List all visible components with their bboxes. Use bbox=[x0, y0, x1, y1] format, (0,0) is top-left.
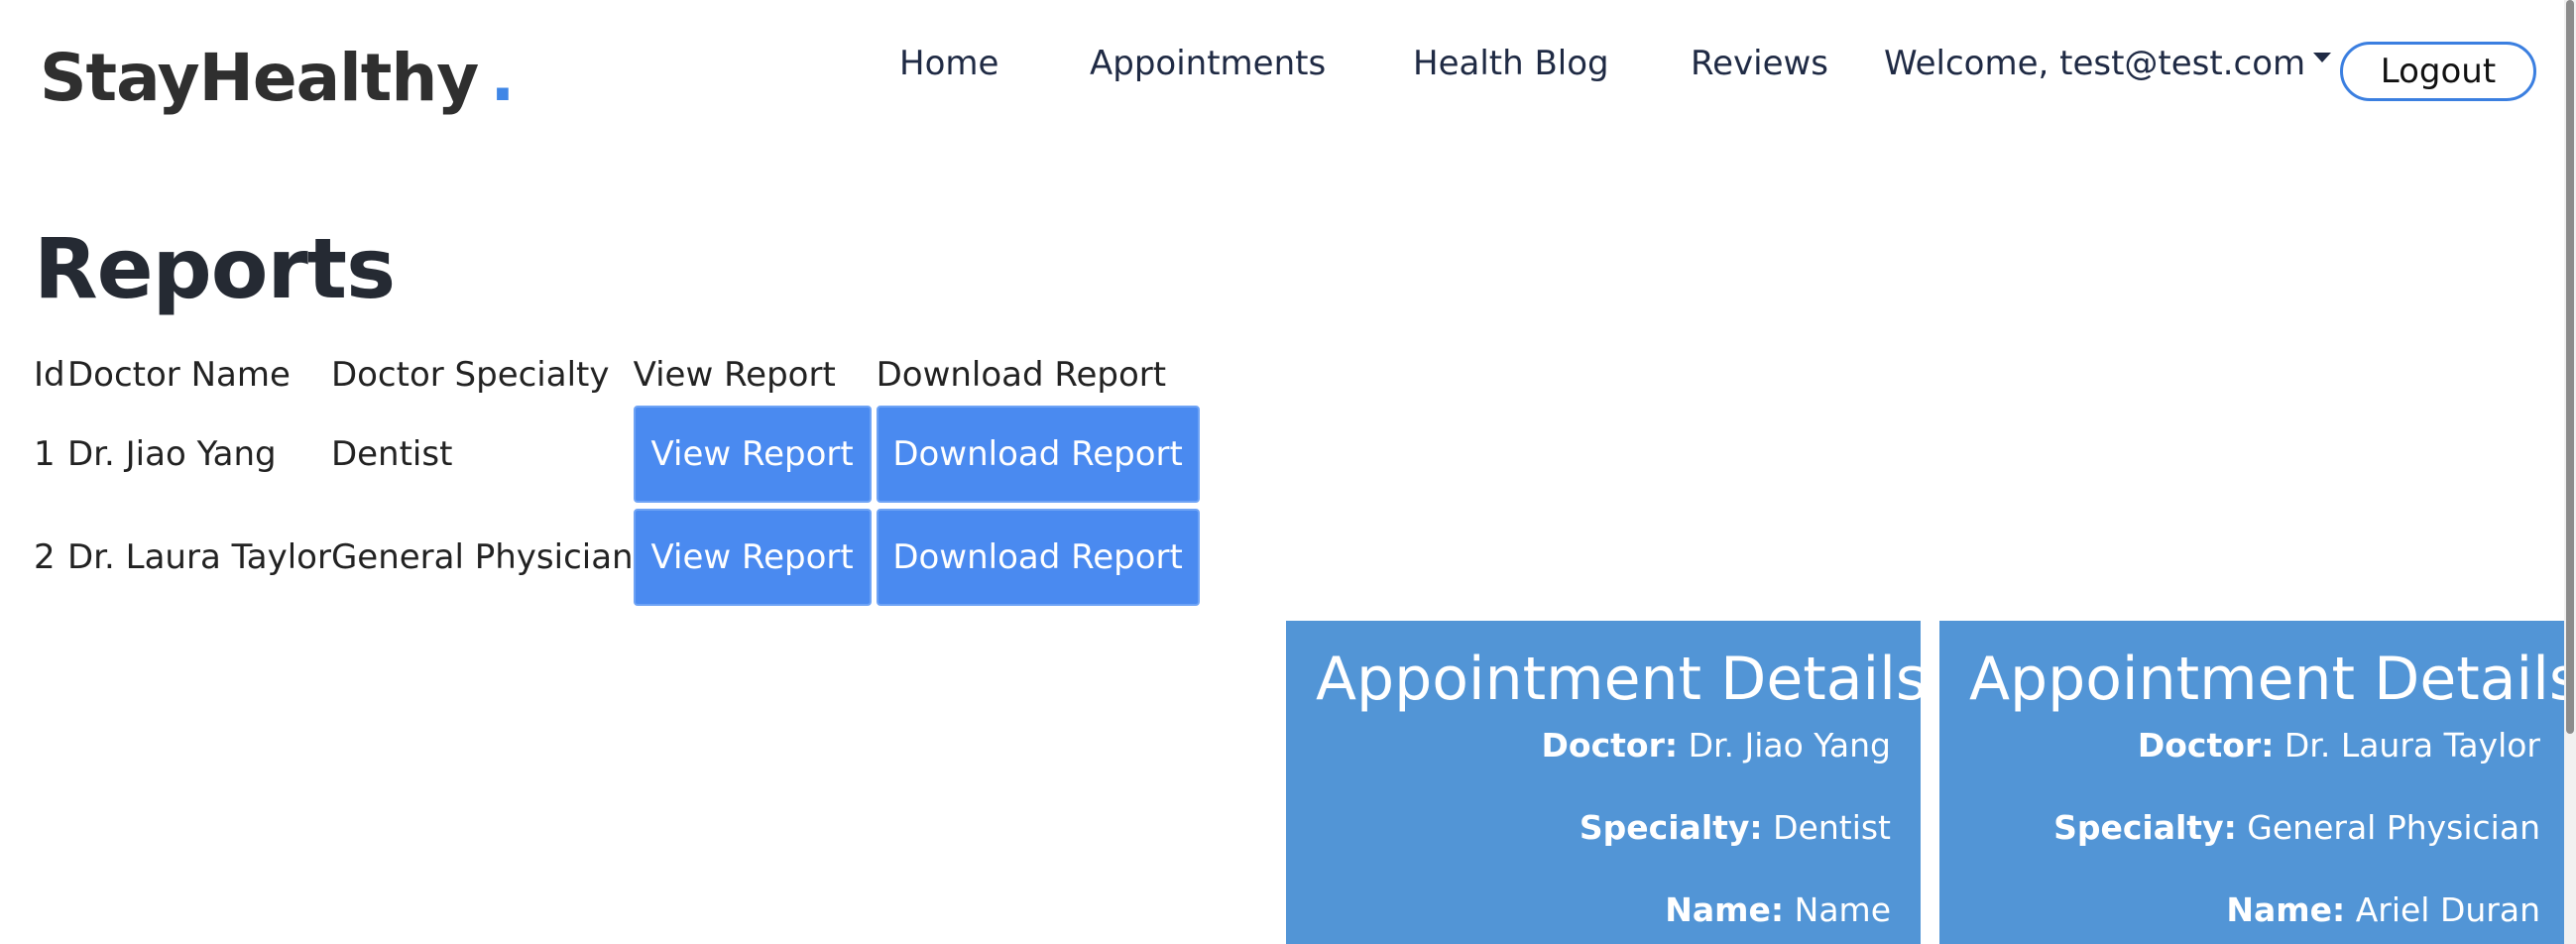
navbar: StayHealthy. Home Appointments Health Bl… bbox=[0, 0, 2576, 149]
name-value: Name bbox=[1794, 890, 1891, 929]
brand-name: StayHealthy bbox=[40, 40, 479, 116]
header-download-report: Download Report bbox=[876, 355, 1167, 395]
table-header-row: Id Doctor Name Doctor Specialty View Rep… bbox=[34, 353, 1201, 403]
appointment-name: Name: Ariel Duran bbox=[1969, 890, 2540, 929]
doctor-label: Doctor: bbox=[2137, 726, 2275, 765]
row-id: 1 bbox=[34, 434, 56, 474]
header-view-report: View Report bbox=[633, 355, 836, 395]
row-view-cell: View Report bbox=[633, 506, 877, 609]
row-doctor-specialty: General Physician bbox=[330, 537, 634, 577]
appointment-doctor: Doctor: Dr. Laura Taylor bbox=[1969, 726, 2540, 765]
appointment-card: Appointment Details Doctor: Dr. Laura Ta… bbox=[1939, 621, 2576, 944]
header-doctor-name: Doctor Name bbox=[67, 355, 291, 395]
specialty-value: Dentist bbox=[1773, 808, 1891, 847]
appointment-doctor: Doctor: Dr. Jiao Yang bbox=[1316, 726, 1891, 765]
caret-down-icon bbox=[2313, 52, 2332, 62]
header-doctor-specialty: Doctor Specialty bbox=[330, 355, 610, 395]
nav-link-home[interactable]: Home bbox=[899, 44, 998, 83]
scrollbar-thumb[interactable] bbox=[2566, 0, 2574, 734]
row-doctor-name: Dr. Laura Taylor bbox=[67, 537, 331, 577]
download-report-button[interactable]: Download Report bbox=[876, 406, 1200, 503]
row-doctor-name: Dr. Jiao Yang bbox=[67, 434, 277, 474]
name-label: Name: bbox=[2226, 890, 2346, 929]
logout-button[interactable]: Logout bbox=[2340, 42, 2536, 101]
table-row: 1 Dr. Jiao Yang Dentist View Report Down… bbox=[34, 403, 1201, 506]
doctor-value: Dr. Laura Taylor bbox=[2283, 726, 2540, 765]
page-title: Reports bbox=[34, 220, 396, 317]
row-id: 2 bbox=[34, 537, 56, 577]
reports-table: Id Doctor Name Doctor Specialty View Rep… bbox=[34, 353, 1201, 609]
welcome-text: Welcome, test@test.com bbox=[1884, 44, 2306, 83]
table-row: 2 Dr. Laura Taylor General Physician Vie… bbox=[34, 506, 1201, 609]
name-value: Ariel Duran bbox=[2355, 890, 2540, 929]
specialty-value: General Physician bbox=[2247, 808, 2540, 847]
appointment-card-title: Appointment Details bbox=[1316, 645, 1928, 714]
nav-link-health-blog[interactable]: Health Blog bbox=[1413, 44, 1609, 83]
view-report-button[interactable]: View Report bbox=[633, 406, 872, 503]
row-download-cell: Download Report bbox=[876, 403, 1201, 506]
appointment-specialty: Specialty: General Physician bbox=[1969, 808, 2540, 847]
row-view-cell: View Report bbox=[633, 403, 877, 506]
appointment-card: Appointment Details Doctor: Dr. Jiao Yan… bbox=[1286, 621, 1928, 944]
header-id: Id bbox=[34, 355, 65, 395]
specialty-label: Specialty: bbox=[2053, 808, 2237, 847]
appointment-card-title: Appointment Details bbox=[1969, 645, 2576, 714]
appointment-specialty: Specialty: Dentist bbox=[1316, 808, 1891, 847]
specialty-label: Specialty: bbox=[1579, 808, 1763, 847]
user-menu-dropdown[interactable]: Welcome, test@test.com bbox=[1884, 44, 2332, 83]
nav-link-reviews[interactable]: Reviews bbox=[1691, 44, 1828, 83]
brand-dot: . bbox=[490, 40, 515, 116]
appointment-name: Name: Name bbox=[1316, 890, 1891, 929]
row-doctor-specialty: Dentist bbox=[330, 434, 453, 474]
brand-logo[interactable]: StayHealthy. bbox=[40, 40, 515, 116]
name-label: Name: bbox=[1665, 890, 1785, 929]
doctor-label: Doctor: bbox=[1541, 726, 1679, 765]
row-download-cell: Download Report bbox=[876, 506, 1201, 609]
view-report-button[interactable]: View Report bbox=[633, 509, 872, 606]
download-report-button[interactable]: Download Report bbox=[876, 509, 1200, 606]
nav-link-appointments[interactable]: Appointments bbox=[1090, 44, 1326, 83]
page-scrollbar[interactable] bbox=[2564, 0, 2576, 944]
doctor-value: Dr. Jiao Yang bbox=[1688, 726, 1891, 765]
